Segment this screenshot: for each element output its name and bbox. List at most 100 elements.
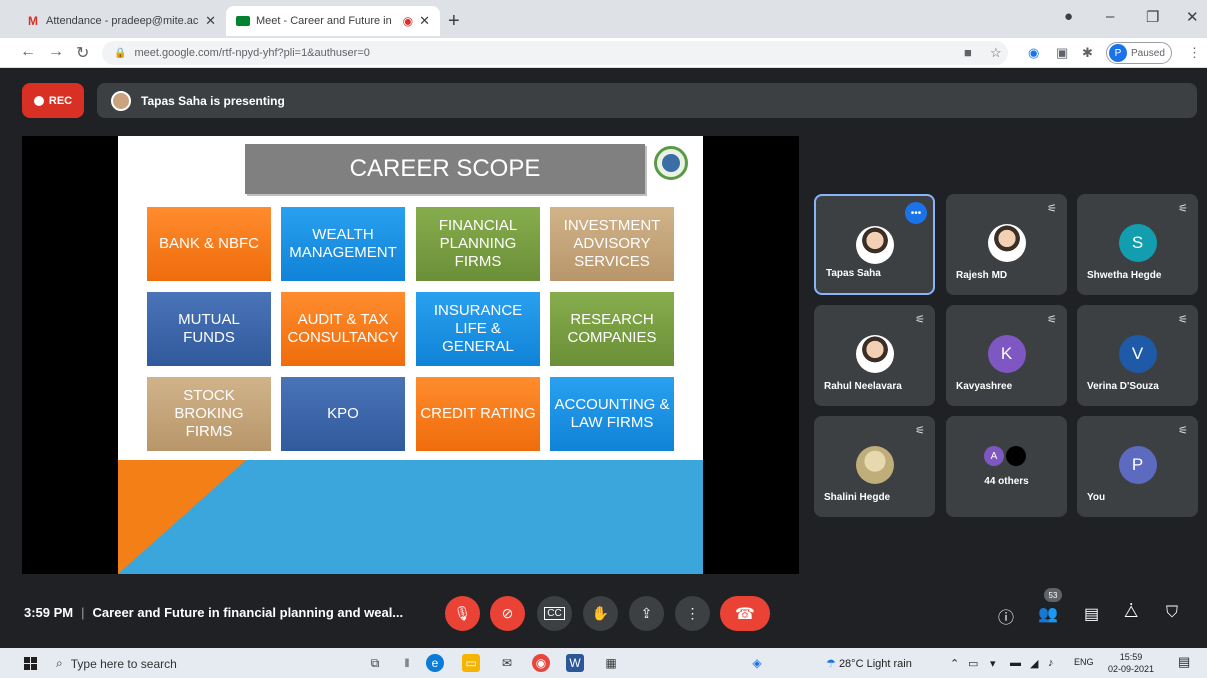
extension-icon-2[interactable]: ▣ <box>1056 45 1068 61</box>
camera-off-button[interactable]: ⊘ <box>490 596 525 631</box>
participant-tile-self[interactable]: ⚟ P You <box>1077 416 1198 517</box>
tab-attendance[interactable]: M Attendance - pradeep@mite.ac.i ✕ <box>16 6 226 36</box>
presenting-bar: Tapas Saha is presenting <box>97 83 1197 118</box>
separator-icon: ‖ <box>404 656 410 670</box>
camera-off-icon: ⊘ <box>501 605 514 621</box>
presenter-avatar <box>111 90 131 111</box>
participant-tile[interactable]: ⚟ K Kavyashree <box>946 305 1067 406</box>
profile-status: Paused <box>1131 47 1165 59</box>
avatar <box>855 335 894 373</box>
participant-tile[interactable]: ⚟ Rajesh MD <box>946 194 1067 295</box>
more-options-button[interactable]: ⋮ <box>675 596 710 631</box>
restore-icon[interactable]: ❐ <box>1146 8 1159 26</box>
career-box: MUTUAL FUNDS <box>147 292 271 366</box>
chat-icon[interactable]: ▤ <box>1084 604 1099 624</box>
captions-button[interactable]: CC <box>537 596 572 631</box>
activities-icon[interactable]: ⧊ <box>1124 604 1138 622</box>
career-box: INVESTMENT ADVISORY SERVICES <box>550 207 674 281</box>
slide-orange-accent <box>118 460 246 574</box>
mail-icon[interactable]: ✉ <box>498 654 516 672</box>
participant-name: Shwetha Hegde <box>1087 270 1162 281</box>
career-box: AUDIT & TAX CONSULTANCY <box>281 292 405 366</box>
raise-hand-button[interactable]: ✋ <box>583 596 618 631</box>
avatar: V <box>1118 335 1157 373</box>
mic-off-icon: ⚟ <box>1178 425 1188 437</box>
lock-icon: 🔒 <box>114 47 127 59</box>
career-box: ACCOUNTING & LAW FIRMS <box>550 377 674 451</box>
participant-tile[interactable]: ⚟ Rahul Neelavara <box>814 305 935 406</box>
presenting-text: Tapas Saha is presenting <box>141 93 285 108</box>
menu-icon[interactable]: ⋮ <box>1188 45 1201 61</box>
chrome-icon[interactable]: ◉ <box>532 654 550 672</box>
edge-icon[interactable]: e <box>426 654 444 672</box>
forward-icon[interactable]: → <box>48 43 64 61</box>
address-bar[interactable]: 🔒 meet.google.com/rtf-npyd-yhf?pli=1&aut… <box>102 41 1008 65</box>
tab-meet[interactable]: Meet - Career and Future in ◉ ✕ <box>226 6 440 36</box>
word-icon[interactable]: W <box>566 654 584 672</box>
weather-label: 28°C Light rain <box>838 658 912 670</box>
record-dot-icon <box>33 95 44 106</box>
bookmark-star-icon[interactable]: ☆ <box>990 45 1002 61</box>
file-explorer-icon[interactable]: ▭ <box>462 654 480 672</box>
others-tile[interactable]: A 44 others <box>946 416 1067 517</box>
recording-badge: REC <box>22 83 84 118</box>
leave-call-button[interactable]: ☎ <box>720 596 770 631</box>
avatar <box>855 226 894 264</box>
volume-icon[interactable]: ♪ <box>1048 657 1054 669</box>
participant-name: Kavyashree <box>956 381 1013 392</box>
network-icon[interactable]: ▭ <box>968 657 978 670</box>
participant-name: Tapas Saha <box>826 268 881 279</box>
mic-off-button[interactable]: 🎙 <box>445 596 480 631</box>
career-box: RESEARCH COMPANIES <box>550 292 674 366</box>
back-icon[interactable]: ← <box>20 43 36 61</box>
profile-button[interactable]: P Paused <box>1106 42 1172 64</box>
tab-title: Meet - Career and Future in <box>256 15 392 27</box>
tray-chevron-icon[interactable]: ⌃ <box>950 657 959 670</box>
participant-name: Shalini Hegde <box>824 492 891 503</box>
mic-off-icon: 🎙 <box>453 605 472 621</box>
weather-icon: ☂ <box>826 658 836 670</box>
close-icon[interactable]: ✕ <box>205 13 216 29</box>
wifi-icon[interactable]: ◢ <box>1030 657 1038 670</box>
reload-icon[interactable]: ↻ <box>76 43 89 63</box>
present-screen-icon: ⇪ <box>640 605 653 621</box>
close-icon[interactable]: ✕ <box>419 13 430 29</box>
hand-icon: ✋ <box>591 605 610 621</box>
info-icon[interactable]: ⓘ <box>998 604 1014 628</box>
career-box: INSURANCE LIFE & GENERAL <box>416 292 540 366</box>
taskbar-clock[interactable]: 15:59 02-09-2021 <box>1108 651 1154 675</box>
slide: CAREER SCOPE BANK & NBFC WEALTH MANAGEME… <box>118 136 703 574</box>
app-icon[interactable]: ◈ <box>748 654 766 672</box>
language-indicator[interactable]: ENG <box>1074 657 1094 667</box>
taskbar-search[interactable]: ⌕ Type here to search <box>56 651 346 676</box>
camera-icon[interactable]: ■ <box>964 45 972 60</box>
meeting-info: 3:59 PM | Career and Future in financial p… <box>24 605 404 620</box>
account-circle-icon[interactable]: ● <box>1064 8 1073 25</box>
weather-text[interactable]: ☂ 28°C Light rain <box>826 657 912 670</box>
participant-name: Rajesh MD <box>956 270 1008 281</box>
host-controls-icon[interactable]: ⛉ <box>1166 604 1178 622</box>
avatar: P <box>1118 446 1157 484</box>
present-button[interactable]: ⇪ <box>629 596 664 631</box>
extension-icon[interactable]: ◉ <box>1028 45 1039 61</box>
calculator-icon[interactable]: ▦ <box>602 654 620 672</box>
new-tab-icon[interactable]: + <box>448 10 460 33</box>
minimize-icon[interactable]: – <box>1106 8 1114 25</box>
recording-icon: ◉ <box>402 14 414 28</box>
puzzle-icon[interactable]: ✱ <box>1082 45 1093 61</box>
windows-start-icon[interactable] <box>24 657 37 670</box>
participant-tile[interactable]: ⚟ S Shwetha Hegde <box>1077 194 1198 295</box>
meet-icon <box>236 14 250 28</box>
meeting-title: Career and Future in financial planning … <box>92 605 404 620</box>
participant-name: Verina D'Souza <box>1087 381 1159 392</box>
task-view-icon[interactable]: ⧉ <box>366 654 384 672</box>
notification-icon[interactable]: ▤ <box>1178 654 1190 670</box>
battery-icon[interactable]: ▬ <box>1010 657 1021 669</box>
participant-tile[interactable]: ⚟ V Verina D'Souza <box>1077 305 1198 406</box>
close-window-icon[interactable]: ✕ <box>1186 8 1199 26</box>
mic-tray-icon[interactable]: ▾ <box>990 657 996 670</box>
participant-tile[interactable]: ⚟ Shalini Hegde <box>814 416 935 517</box>
people-icon[interactable]: 👥 <box>1038 604 1058 624</box>
mic-off-icon: ⚟ <box>915 425 925 437</box>
participant-tile[interactable]: ••• Tapas Saha <box>814 194 935 295</box>
